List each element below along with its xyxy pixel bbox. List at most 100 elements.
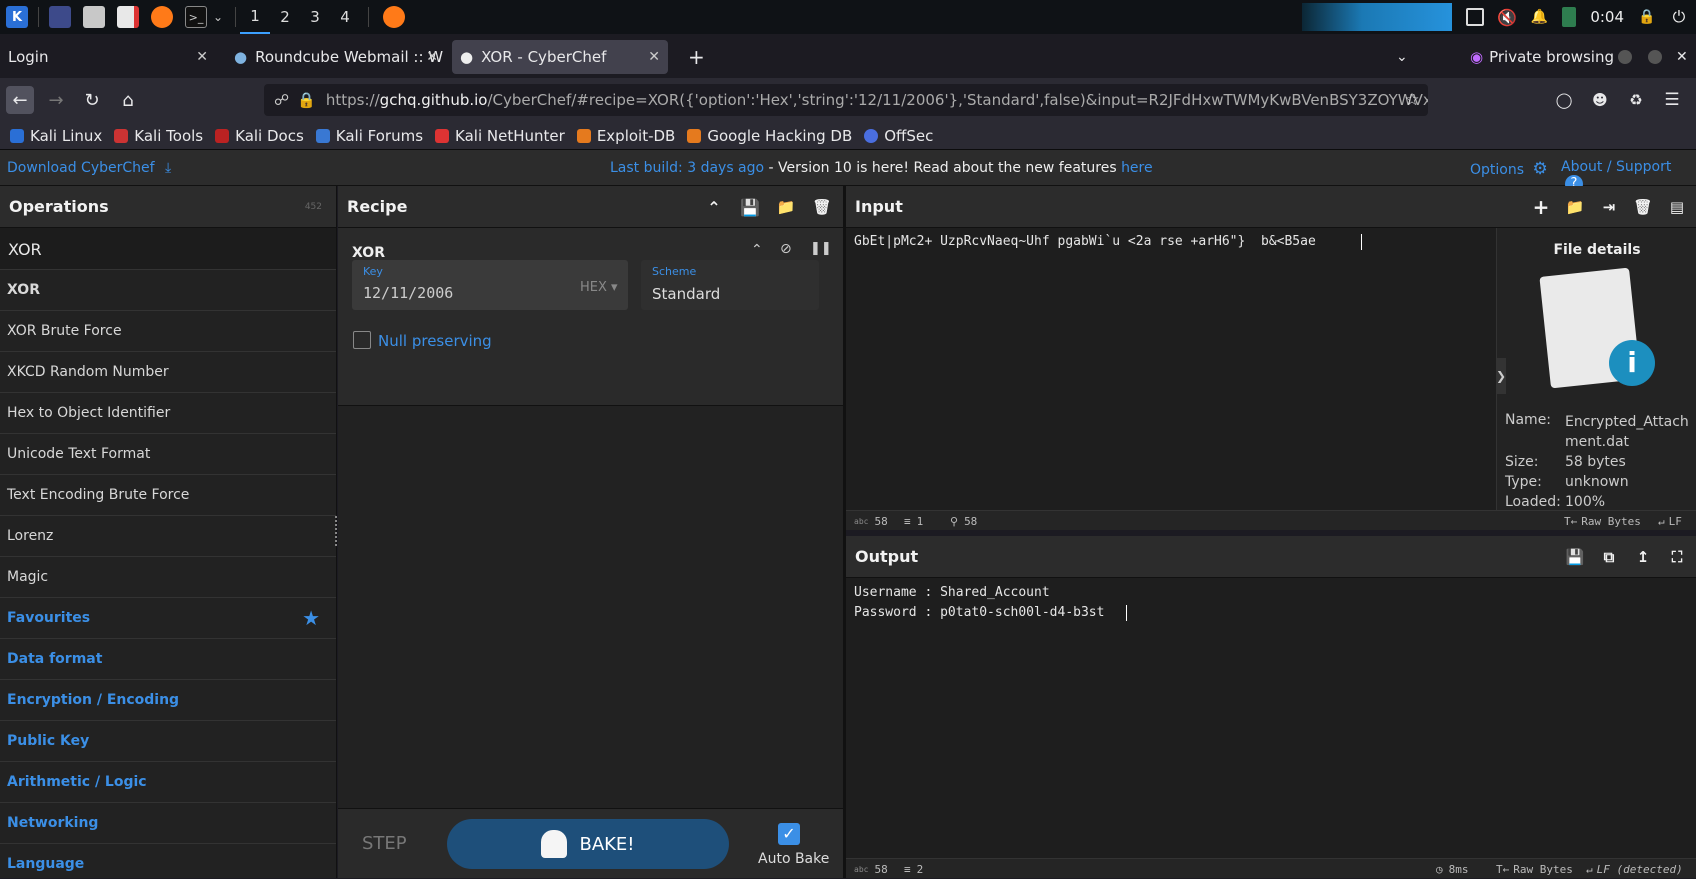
null-preserving-checkbox[interactable]	[353, 331, 371, 349]
bookmark-kali-nethunter[interactable]: Kali NetHunter	[435, 127, 565, 145]
chevron-up-icon[interactable]: ⌃	[705, 198, 723, 217]
close-tab-icon[interactable]: ✕	[426, 49, 438, 65]
download-cyberchef-link[interactable]: Download CyberChef ⤓	[7, 160, 171, 176]
maximize-button[interactable]	[1640, 40, 1664, 74]
close-window-button[interactable]: ✕	[1668, 40, 1692, 74]
collapse-op-icon[interactable]: ⌃	[751, 242, 763, 258]
op-unicode-text-format[interactable]: Unicode Text Format	[0, 434, 336, 475]
file-details-toggle-icon[interactable]: ❯	[1496, 358, 1506, 394]
bookmark-kali-tools[interactable]: Kali Tools	[114, 127, 203, 145]
step-button[interactable]: STEP	[362, 833, 407, 854]
op-xkcd-random-number[interactable]: XKCD Random Number	[0, 352, 336, 393]
bookmark-kali-linux[interactable]: Kali Linux	[10, 127, 102, 145]
clock[interactable]: 0:04	[1590, 8, 1624, 26]
options-button[interactable]: Options ⚙	[1470, 159, 1548, 179]
auto-bake-label[interactable]: Auto Bake	[758, 851, 829, 867]
disable-op-icon[interactable]: ⊘	[780, 241, 792, 257]
workspace-3[interactable]: 3	[300, 0, 330, 34]
ops-resize-handle[interactable]	[335, 516, 338, 546]
key-field[interactable]: Key 12/11/2006 HEX ▾	[352, 260, 628, 310]
chevron-down-icon[interactable]: ⌄	[213, 10, 223, 24]
minimize-button[interactable]	[1610, 40, 1634, 74]
maximize-output-icon[interactable]: ⛶	[1668, 548, 1686, 566]
close-tab-icon[interactable]: ✕	[196, 49, 208, 65]
output-encoding[interactable]: T← Raw Bytes	[1496, 859, 1573, 879]
workspace-1[interactable]: 1	[240, 0, 271, 34]
clear-input-trash-icon[interactable]: 🗑	[1633, 198, 1652, 216]
lock-icon[interactable]: 🔒	[1638, 8, 1656, 26]
category-networking[interactable]: Networking	[0, 803, 336, 844]
last-build-link[interactable]: Last build: 3 days ago	[610, 160, 764, 176]
text-editor-icon[interactable]	[117, 6, 139, 28]
file-manager-icon[interactable]	[83, 6, 105, 28]
account-icon[interactable]: ☻	[1586, 86, 1614, 114]
bell-icon[interactable]: 🔔	[1530, 8, 1548, 26]
key-format-dropdown[interactable]: HEX ▾	[580, 280, 618, 295]
scheme-value[interactable]: Standard	[652, 285, 720, 303]
here-link[interactable]: here	[1121, 160, 1153, 176]
category-favourites[interactable]: Favourites ★	[0, 598, 336, 639]
op-xor-brute-force[interactable]: XOR Brute Force	[0, 311, 336, 352]
auto-bake-checkbox[interactable]: ✓	[778, 823, 800, 845]
mute-icon[interactable]: 🔇	[1497, 8, 1517, 27]
forward-button[interactable]: →	[42, 86, 70, 114]
star-icon[interactable]: ★	[302, 606, 320, 630]
op-text-encoding-brute-force[interactable]: Text Encoding Brute Force	[0, 475, 336, 516]
shield-icon[interactable]: ☍	[274, 91, 289, 109]
input-encoding[interactable]: T← Raw Bytes	[1564, 511, 1641, 531]
category-public-key[interactable]: Public Key	[0, 721, 336, 762]
bookmark-kali-forums[interactable]: Kali Forums	[315, 127, 423, 145]
output-eol[interactable]: ↵ LF (detected)	[1586, 859, 1683, 879]
clear-recipe-trash-icon[interactable]: 🗑	[812, 198, 831, 216]
category-language[interactable]: Language	[0, 844, 336, 878]
tab-login[interactable]: Login ✕	[0, 40, 216, 74]
op-magic[interactable]: Magic	[0, 557, 336, 598]
save-output-icon[interactable]: 💾	[1566, 548, 1585, 566]
input-eol[interactable]: ↵ LF	[1658, 511, 1682, 531]
home-button[interactable]: ⌂	[114, 86, 142, 114]
add-input-tab-icon[interactable]: +	[1532, 195, 1550, 219]
load-recipe-folder-icon[interactable]: 📁	[777, 198, 796, 216]
save-recipe-icon[interactable]: 💾	[740, 198, 760, 217]
key-value[interactable]: 12/11/2006	[363, 284, 453, 302]
back-button[interactable]: ←	[6, 86, 34, 114]
power-icon[interactable]: ⏻	[1670, 7, 1688, 26]
close-tab-icon[interactable]: ✕	[648, 49, 660, 65]
tab-roundcube[interactable]: ● Roundcube Webmail :: W ✕	[226, 40, 446, 74]
category-arithmetic-logic[interactable]: Arithmetic / Logic	[0, 762, 336, 803]
scheme-field[interactable]: Scheme Standard	[641, 260, 819, 310]
new-tab-button[interactable]: +	[680, 40, 710, 74]
display-icon[interactable]	[1466, 8, 1485, 26]
category-data-format[interactable]: Data format	[0, 639, 336, 680]
terminal-icon[interactable]: >_	[185, 6, 207, 28]
firefox-icon[interactable]	[151, 6, 173, 28]
input-textarea[interactable]: GbEt|pMc2+ UzpRcvNaeq~Uhf pgabWi`u <2a r…	[854, 234, 1494, 249]
list-all-tabs-icon[interactable]: ⌄	[1388, 40, 1418, 74]
output-line-1[interactable]: Username : Shared_Account	[854, 585, 1050, 600]
category-encryption-encoding[interactable]: Encryption / Encoding	[0, 680, 336, 721]
operations-search-input[interactable]: XOR	[0, 228, 336, 270]
null-preserving-label[interactable]: Null preserving	[378, 332, 492, 350]
op-xor[interactable]: XOR	[0, 270, 336, 311]
kali-menu-icon[interactable]: K	[6, 6, 28, 28]
workspace-4[interactable]: 4	[330, 0, 360, 34]
bookmark-star-icon[interactable]: ☆	[1398, 86, 1426, 114]
bookmark-exploit-db[interactable]: Exploit-DB	[576, 127, 675, 145]
lock-icon[interactable]: 🔒	[297, 91, 316, 109]
op-lorenz[interactable]: Lorenz	[0, 516, 336, 557]
bake-button[interactable]: BAKE!	[447, 819, 729, 869]
workspace-2[interactable]: 2	[270, 0, 300, 34]
layout-icon[interactable]: ▤	[1668, 198, 1686, 216]
url-bar[interactable]: ☍ 🔒 https://gchq.github.io/CyberChef/#re…	[264, 84, 1428, 116]
show-desktop-icon[interactable]	[49, 6, 71, 28]
bookmark-google-hacking-db[interactable]: Google Hacking DB	[687, 127, 852, 145]
op-hex-to-object-identifier[interactable]: Hex to Object Identifier	[0, 393, 336, 434]
copy-output-icon[interactable]: ⧉	[1600, 548, 1618, 566]
extensions-icon[interactable]: ♻	[1622, 86, 1650, 114]
replace-input-icon[interactable]: ↥	[1634, 548, 1652, 566]
open-file-icon[interactable]: ⇥	[1600, 198, 1618, 216]
pocket-icon[interactable]: ◯	[1550, 86, 1578, 114]
bookmark-kali-docs[interactable]: Kali Docs	[215, 127, 304, 145]
open-folder-icon[interactable]: 📁	[1566, 198, 1585, 216]
pause-op-icon[interactable]: ❚❚	[810, 241, 832, 256]
